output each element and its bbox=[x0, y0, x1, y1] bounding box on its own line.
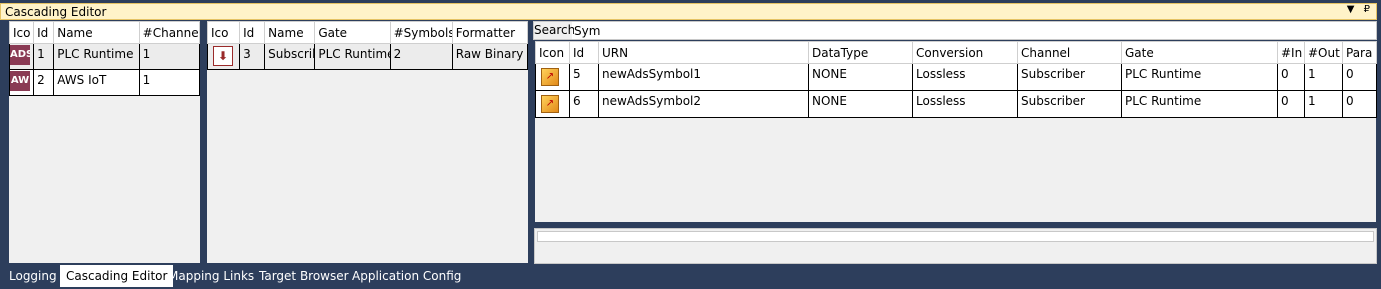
col-header-gate[interactable]: Gate bbox=[1121, 41, 1278, 64]
cell-id: 2 bbox=[33, 69, 55, 96]
symbols-table: Icon Id URN DataType Conversion Channel … bbox=[535, 41, 1377, 118]
cell-urn: newAdsSymbol2 bbox=[598, 90, 809, 118]
search-input[interactable] bbox=[574, 22, 1374, 39]
col-header-in[interactable]: #In bbox=[1277, 41, 1305, 64]
window-title: Cascading Editor bbox=[5, 5, 107, 19]
subscribers-pane: Ico Id Name Gate #Symbols Formatter ⬇ 3 … bbox=[206, 20, 529, 264]
tab-cascading-editor[interactable]: Cascading Editor bbox=[60, 265, 174, 287]
cell-in: 0 bbox=[1277, 63, 1305, 91]
col-header-urn[interactable]: URN bbox=[598, 41, 809, 64]
ads-icon: ADS bbox=[10, 45, 30, 65]
bottom-tab-strip: Logging Cascading Editor Mapping Links T… bbox=[0, 264, 1381, 289]
cell-gate: PLC Runtime bbox=[314, 43, 391, 70]
cell-channel: Subscriber bbox=[1017, 90, 1122, 118]
cell-gate: PLC Runtime bbox=[1121, 90, 1278, 118]
cell-conversion: Lossless bbox=[912, 63, 1018, 91]
col-header-out[interactable]: #Out bbox=[1304, 41, 1343, 64]
cell-datatype: NONE bbox=[808, 63, 913, 91]
tab-logging[interactable]: Logging bbox=[3, 265, 63, 287]
cell-id: 5 bbox=[569, 63, 599, 91]
symbols-header-row: Icon Id URN DataType Conversion Channel … bbox=[535, 41, 1377, 64]
col-header-symbols[interactable]: #Symbols bbox=[389, 21, 453, 44]
table-row[interactable]: ↗ 6 newAdsSymbol2 NONE Lossless Subscrib… bbox=[535, 90, 1377, 118]
cell-id: 3 bbox=[239, 43, 266, 70]
channels-pane: Ico Id Name #Channel ADS 1 PLC Runtime 1… bbox=[8, 20, 201, 264]
cell-name: Subscrib bbox=[264, 43, 316, 70]
cell-para: 0 bbox=[1342, 63, 1377, 91]
symbol-icon: ↗ bbox=[541, 68, 559, 86]
cell-conversion: Lossless bbox=[912, 90, 1018, 118]
table-row[interactable]: ADS 1 PLC Runtime 1 bbox=[8, 43, 201, 70]
cell-gate: PLC Runtime bbox=[1121, 63, 1278, 91]
col-header-name[interactable]: Name bbox=[264, 21, 316, 44]
dropdown-icon[interactable]: ▼ bbox=[1347, 4, 1355, 15]
table-row[interactable]: AW 2 AWS IoT 1 bbox=[8, 69, 201, 96]
col-header-ico[interactable]: Ico bbox=[206, 21, 241, 44]
channels-table: Ico Id Name #Channel ADS 1 PLC Runtime 1… bbox=[8, 21, 201, 96]
cell-channel: 1 bbox=[138, 69, 201, 96]
search-bar: Search: bbox=[533, 21, 1377, 40]
arrow-down-icon: ⬇ bbox=[213, 46, 233, 66]
cell-in: 0 bbox=[1277, 90, 1305, 118]
cell-para: 0 bbox=[1342, 90, 1377, 118]
tab-target-browser[interactable]: Target Browser bbox=[253, 265, 355, 287]
cell-id: 1 bbox=[33, 43, 55, 70]
pin-icon[interactable]: ₽ bbox=[1364, 4, 1370, 15]
col-header-id[interactable]: Id bbox=[239, 21, 266, 44]
detail-field[interactable] bbox=[537, 231, 1374, 242]
cell-out: 1 bbox=[1304, 90, 1343, 118]
subscribers-table: Ico Id Name Gate #Symbols Formatter ⬇ 3 … bbox=[206, 21, 529, 70]
cell-datatype: NONE bbox=[808, 90, 913, 118]
symbols-pane: Icon Id URN DataType Conversion Channel … bbox=[534, 40, 1377, 223]
col-header-icon[interactable]: Icon bbox=[535, 41, 570, 64]
symbol-detail-panel bbox=[534, 228, 1377, 264]
col-header-para[interactable]: Para bbox=[1342, 41, 1377, 64]
tab-application-config[interactable]: Application Config bbox=[346, 265, 467, 287]
cell-channel: Subscriber bbox=[1017, 63, 1122, 91]
col-header-channel[interactable]: Channel bbox=[1017, 41, 1122, 64]
col-header-name[interactable]: Name bbox=[53, 21, 140, 44]
cell-name: AWS IoT bbox=[53, 69, 140, 96]
col-header-datatype[interactable]: DataType bbox=[808, 41, 913, 64]
cell-urn: newAdsSymbol1 bbox=[598, 63, 809, 91]
col-header-channel[interactable]: #Channel bbox=[138, 21, 201, 44]
cell-name: PLC Runtime bbox=[53, 43, 140, 70]
cell-out: 1 bbox=[1304, 63, 1343, 91]
tab-mapping-links[interactable]: Mapping Links bbox=[162, 265, 260, 287]
col-header-conversion[interactable]: Conversion bbox=[912, 41, 1018, 64]
col-header-id[interactable]: Id bbox=[569, 41, 599, 64]
subscribers-header-row: Ico Id Name Gate #Symbols Formatter bbox=[206, 21, 529, 44]
title-buttons: ▼ ₽ bbox=[1341, 4, 1370, 15]
cell-symbols: 2 bbox=[389, 43, 453, 70]
col-header-ico[interactable]: Ico bbox=[8, 21, 35, 44]
col-header-formatter[interactable]: Formatter bbox=[451, 21, 529, 44]
window-titlebar: Cascading Editor ▼ ₽ bbox=[0, 3, 1377, 20]
search-label: Search: bbox=[534, 22, 580, 39]
col-header-gate[interactable]: Gate bbox=[314, 21, 391, 44]
cell-formatter: Raw Binary bbox=[451, 43, 529, 70]
table-row[interactable]: ↗ 5 newAdsSymbol1 NONE Lossless Subscrib… bbox=[535, 63, 1377, 91]
table-row[interactable]: ⬇ 3 Subscrib PLC Runtime 2 Raw Binary bbox=[206, 43, 529, 70]
cell-channel: 1 bbox=[138, 43, 201, 70]
symbol-icon: ↗ bbox=[541, 95, 559, 113]
cell-id: 6 bbox=[569, 90, 599, 118]
aws-icon: AW bbox=[10, 71, 30, 91]
cascading-editor-window: Cascading Editor ▼ ₽ Ico Id Name #Channe… bbox=[0, 0, 1381, 264]
channels-header-row: Ico Id Name #Channel bbox=[8, 21, 201, 44]
col-header-id[interactable]: Id bbox=[33, 21, 55, 44]
